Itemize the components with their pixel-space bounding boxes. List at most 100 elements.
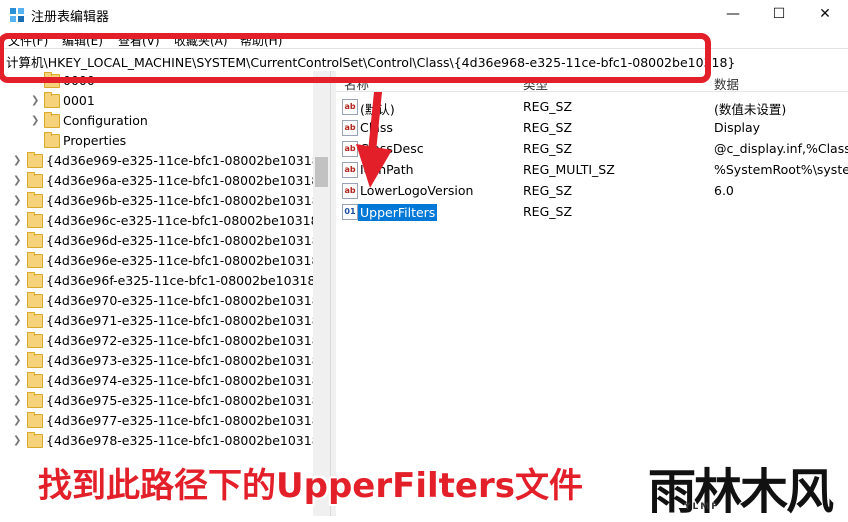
folder-icon xyxy=(27,232,43,248)
tree-item[interactable]: ❯ Configuration xyxy=(0,111,313,131)
folder-icon xyxy=(44,112,60,128)
chevron-right-icon[interactable]: ❯ xyxy=(13,294,23,308)
arrow-down-icon xyxy=(356,92,392,188)
tree-item-label: Configuration xyxy=(63,113,148,128)
folder-icon xyxy=(27,412,43,428)
tree-item-label: {4d36e972-e325-11ce-bfc1-08002be10318} xyxy=(46,333,313,348)
tree-item[interactable]: ❯ {4d36e978-e325-11ce-bfc1-08002be10318} xyxy=(0,431,313,451)
maximize-button[interactable]: ☐ xyxy=(756,0,802,30)
registry-editor-icon xyxy=(10,8,24,22)
chevron-right-icon[interactable]: ❯ xyxy=(13,354,23,368)
chevron-right-icon[interactable]: ❯ xyxy=(13,414,23,428)
values-pane[interactable]: 名称 类型 数据 ab (默认) REG_SZ (数值未设置) ab Class… xyxy=(336,71,848,516)
chevron-right-icon[interactable]: ❯ xyxy=(13,254,23,268)
title-bar: 注册表编辑器 — ☐ ✕ xyxy=(0,0,848,30)
tree-item-label: {4d36e970-e325-11ce-bfc1-08002be10318} xyxy=(46,293,313,308)
value-name: UpperFilters xyxy=(358,204,438,221)
address-highlight-box xyxy=(0,33,711,83)
chevron-right-icon[interactable]: ❯ xyxy=(31,94,41,108)
tree-item[interactable]: ❯ 0001 xyxy=(0,91,313,111)
tree-item-label: {4d36e96c-e325-11ce-bfc1-08002be10318} xyxy=(46,213,313,228)
value-row[interactable]: ab ClassDesc REG_SZ @c_display.inf,%Clas… xyxy=(336,137,848,158)
tree-item[interactable]: ❯ {4d36e973-e325-11ce-bfc1-08002be10318} xyxy=(0,351,313,371)
value-data: %SystemRoot%\syste xyxy=(714,162,848,177)
folder-icon xyxy=(27,332,43,348)
tree-item-label: {4d36e971-e325-11ce-bfc1-08002be10318} xyxy=(46,313,313,328)
chevron-right-icon[interactable]: ❯ xyxy=(13,334,23,348)
tree-item[interactable]: ❯ {4d36e96a-e325-11ce-bfc1-08002be10318} xyxy=(0,171,313,191)
value-row-selected[interactable]: 01 UpperFilters REG_SZ xyxy=(336,200,848,221)
folder-icon xyxy=(27,172,43,188)
chevron-right-icon[interactable]: ❯ xyxy=(13,154,23,168)
value-row[interactable]: ab LowerLogoVersion REG_SZ 6.0 xyxy=(336,179,848,200)
folder-icon xyxy=(44,92,60,108)
tree-item-label: 0001 xyxy=(63,93,95,108)
tree-item-label: {4d36e974-e325-11ce-bfc1-08002be10318} xyxy=(46,373,313,388)
value-type: REG_SZ xyxy=(523,99,573,114)
folder-icon xyxy=(44,132,60,148)
tree-item[interactable]: ❯ {4d36e970-e325-11ce-bfc1-08002be10318} xyxy=(0,291,313,311)
chevron-right-icon[interactable]: ❯ xyxy=(13,314,23,328)
folder-icon xyxy=(27,392,43,408)
tree-item[interactable]: ❯ {4d36e96d-e325-11ce-bfc1-08002be10318} xyxy=(0,231,313,251)
tree-item-label: {4d36e977-e325-11ce-bfc1-08002be10318} xyxy=(46,413,313,428)
watermark-subtext: YLMF xyxy=(684,502,720,512)
value-data: 6.0 xyxy=(714,183,734,198)
tree-item[interactable]: ❯ {4d36e96f-e325-11ce-bfc1-08002be10318} xyxy=(0,271,313,291)
tree-item[interactable]: ❯ {4d36e975-e325-11ce-bfc1-08002be10318} xyxy=(0,391,313,411)
value-row[interactable]: ab Class REG_SZ Display xyxy=(336,116,848,137)
tree-item[interactable]: Properties xyxy=(0,131,313,151)
value-type: REG_SZ xyxy=(523,204,573,219)
tree-item-label: {4d36e96f-e325-11ce-bfc1-08002be10318} xyxy=(46,273,313,288)
folder-icon xyxy=(27,212,43,228)
folder-icon xyxy=(27,152,43,168)
folder-icon xyxy=(27,352,43,368)
tree-item[interactable]: ❯ {4d36e96e-e325-11ce-bfc1-08002be10318} xyxy=(0,251,313,271)
tree-item-label: {4d36e96a-e325-11ce-bfc1-08002be10318} xyxy=(46,173,313,188)
tree-item[interactable]: ❯ {4d36e974-e325-11ce-bfc1-08002be10318} xyxy=(0,371,313,391)
chevron-right-icon[interactable]: ❯ xyxy=(13,194,23,208)
tree-scrollbar-thumb[interactable] xyxy=(315,157,328,187)
chevron-right-icon[interactable]: ❯ xyxy=(13,374,23,388)
tree-pane[interactable]: 0000 ❯ 0001 ❯ Configuration Properties ❯… xyxy=(0,71,313,516)
chevron-right-icon[interactable]: ❯ xyxy=(13,394,23,408)
tree-item-label: {4d36e96d-e325-11ce-bfc1-08002be10318} xyxy=(46,233,313,248)
tree-item-label: {4d36e96b-e325-11ce-bfc1-08002be10318} xyxy=(46,193,313,208)
close-button[interactable]: ✕ xyxy=(802,0,848,30)
tree-item[interactable]: ❯ {4d36e971-e325-11ce-bfc1-08002be10318} xyxy=(0,311,313,331)
binary-value-icon: 01 xyxy=(342,204,358,220)
tree-item-label: {4d36e975-e325-11ce-bfc1-08002be10318} xyxy=(46,393,313,408)
window-title: 注册表编辑器 xyxy=(31,10,110,25)
folder-icon xyxy=(27,272,43,288)
tree-item-label: {4d36e96e-e325-11ce-bfc1-08002be10318} xyxy=(46,253,313,268)
chevron-right-icon[interactable]: ❯ xyxy=(13,234,23,248)
tree-item[interactable]: ❯ {4d36e96b-e325-11ce-bfc1-08002be10318} xyxy=(0,191,313,211)
minimize-button[interactable]: — xyxy=(710,0,756,30)
tree-scrollbar[interactable] xyxy=(313,71,330,516)
value-row[interactable]: ab (默认) REG_SZ (数值未设置) xyxy=(336,95,848,117)
folder-icon xyxy=(27,192,43,208)
chevron-right-icon[interactable]: ❯ xyxy=(31,114,41,128)
chevron-right-icon[interactable]: ❯ xyxy=(13,174,23,188)
chevron-right-icon[interactable]: ❯ xyxy=(13,214,23,228)
value-type: REG_MULTI_SZ xyxy=(523,162,615,177)
value-type: REG_SZ xyxy=(523,183,573,198)
tree-item-label: {4d36e969-e325-11ce-bfc1-08002be10318} xyxy=(46,153,313,168)
tree-item[interactable]: ❯ {4d36e969-e325-11ce-bfc1-08002be10318} xyxy=(0,151,313,171)
folder-icon xyxy=(27,312,43,328)
value-row[interactable]: ab IconPath REG_MULTI_SZ %SystemRoot%\sy… xyxy=(336,158,848,179)
tree-item-label: {4d36e973-e325-11ce-bfc1-08002be10318} xyxy=(46,353,313,368)
tree-item-label: {4d36e978-e325-11ce-bfc1-08002be10318} xyxy=(46,433,313,448)
tree-item[interactable]: ❯ {4d36e96c-e325-11ce-bfc1-08002be10318} xyxy=(0,211,313,231)
folder-icon xyxy=(27,372,43,388)
value-type: REG_SZ xyxy=(523,141,573,156)
folder-icon xyxy=(27,252,43,268)
chevron-right-icon[interactable]: ❯ xyxy=(13,434,23,448)
column-data-header[interactable]: 数据 xyxy=(714,74,739,93)
value-data: Display xyxy=(714,120,761,135)
watermark-logo: 雨林木风 YLMF xyxy=(640,452,848,520)
tree-item[interactable]: ❯ {4d36e972-e325-11ce-bfc1-08002be10318} xyxy=(0,331,313,351)
tree-item[interactable]: ❯ {4d36e977-e325-11ce-bfc1-08002be10318} xyxy=(0,411,313,431)
folder-icon xyxy=(27,292,43,308)
chevron-right-icon[interactable]: ❯ xyxy=(13,274,23,288)
